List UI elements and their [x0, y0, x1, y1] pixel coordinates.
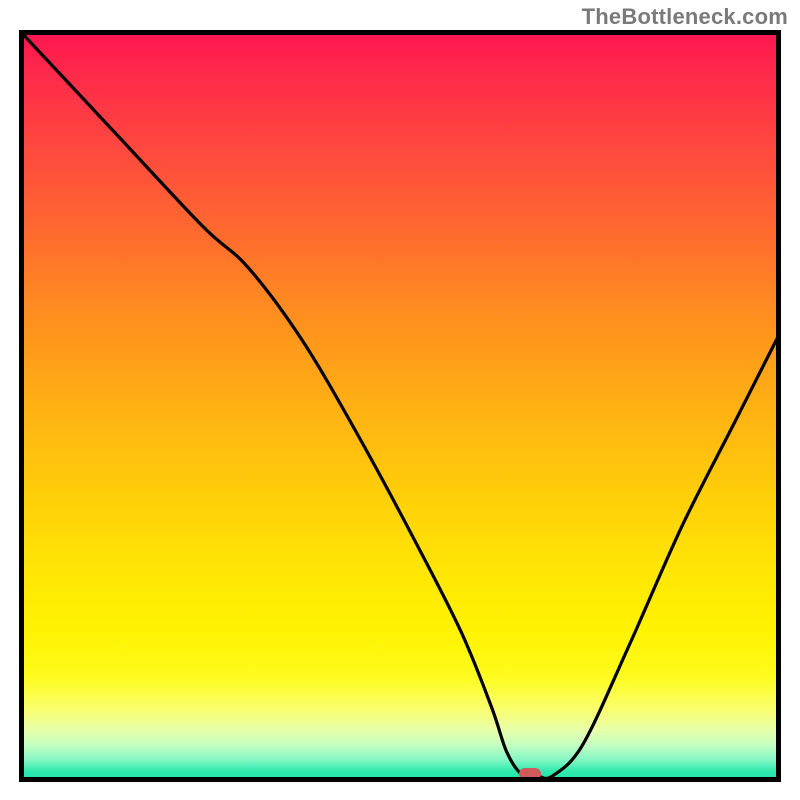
- chart-frame: TheBottleneck.com: [0, 0, 800, 800]
- selected-point-marker: [519, 768, 541, 780]
- watermark-text: TheBottleneck.com: [582, 4, 788, 30]
- plot-area: [19, 30, 781, 782]
- bottleneck-curve: [19, 30, 781, 782]
